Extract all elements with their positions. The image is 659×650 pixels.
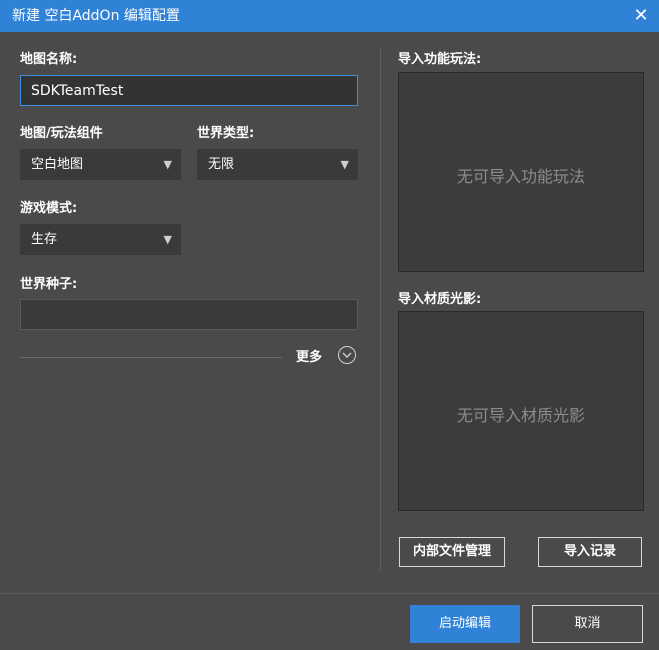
world-type-select[interactable]: 无限 ▼ (197, 149, 358, 180)
gameplay-panel: 无可导入功能玩法 (398, 72, 644, 272)
world-type-label: 世界类型: (197, 126, 255, 141)
window-title: 新建 空白AddOn 编辑配置 (12, 8, 180, 24)
close-icon[interactable]: ✕ (631, 6, 651, 26)
world-type-value: 无限 (208, 157, 235, 172)
map-component-select[interactable]: 空白地图 ▼ (20, 149, 181, 180)
more-button[interactable]: 更多 (296, 346, 322, 365)
cancel-button[interactable]: 取消 (532, 605, 643, 643)
internal-files-button[interactable]: 内部文件管理 (399, 537, 505, 567)
more-divider (20, 357, 282, 358)
shader-label: 导入材质光影: (398, 292, 482, 307)
title-bar: 新建 空白AddOn 编辑配置 ✕ (0, 0, 659, 32)
chevron-down-icon: ▼ (163, 233, 172, 246)
map-component-label: 地图/玩法组件 (20, 126, 103, 141)
start-edit-button[interactable]: 启动编辑 (410, 605, 520, 643)
chevron-down-icon: ▼ (340, 158, 349, 171)
game-mode-select[interactable]: 生存 ▼ (20, 224, 181, 255)
world-seed-input[interactable] (20, 299, 358, 330)
map-component-value: 空白地图 (31, 157, 84, 172)
footer-divider (0, 593, 659, 594)
import-log-button[interactable]: 导入记录 (538, 537, 642, 567)
game-mode-label: 游戏模式: (20, 201, 78, 216)
gameplay-label: 导入功能玩法: (398, 52, 482, 67)
world-seed-label: 世界种子: (20, 277, 78, 292)
game-mode-value: 生存 (31, 232, 58, 247)
shader-panel: 无可导入材质光影 (398, 311, 644, 511)
chevron-down-icon: ▼ (163, 158, 172, 171)
shader-empty-text: 无可导入材质光影 (456, 406, 585, 425)
map-name-label: 地图名称: (20, 52, 78, 67)
gameplay-empty-text: 无可导入功能玩法 (456, 167, 585, 186)
chevron-down-icon[interactable] (338, 346, 356, 364)
column-divider (380, 48, 381, 572)
map-name-input[interactable] (20, 75, 358, 106)
